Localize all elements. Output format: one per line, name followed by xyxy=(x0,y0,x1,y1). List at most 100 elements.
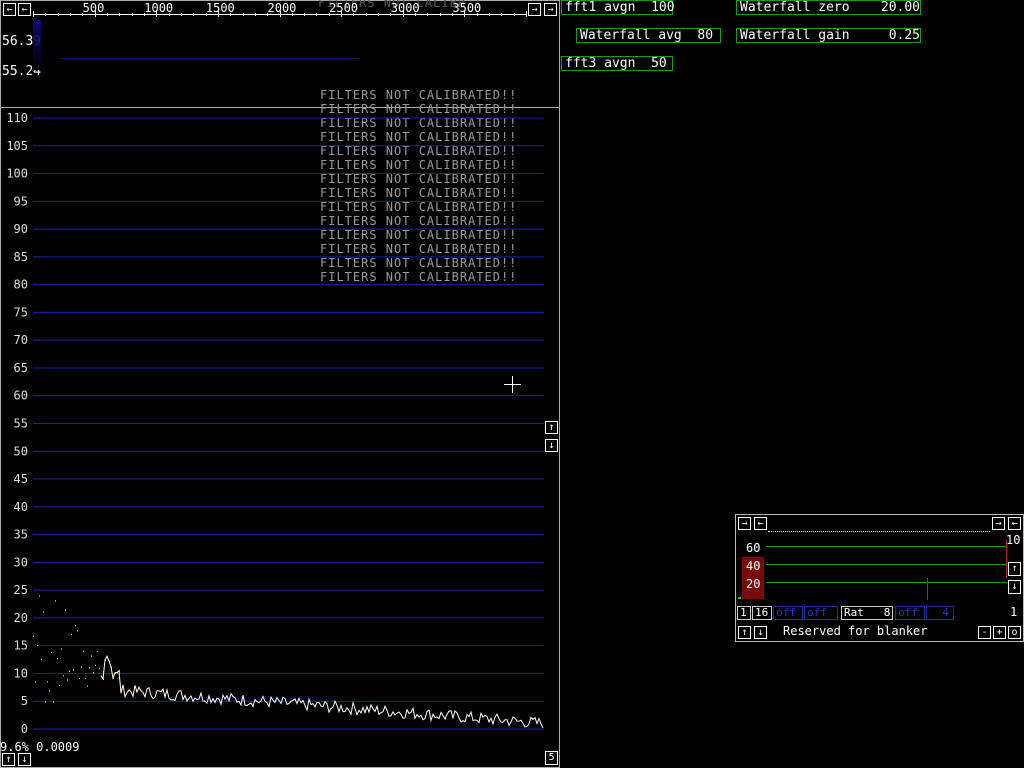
waterfall-avg-param[interactable]: Waterfall avg 80 xyxy=(576,28,721,43)
ruler-tick xyxy=(156,11,158,17)
y-tick-label-10: 10 xyxy=(14,666,28,680)
y-tick-label-70: 70 xyxy=(14,333,28,347)
ruler-tick xyxy=(365,13,367,16)
mini-left-arrow-button[interactable]: → xyxy=(738,517,751,530)
spectrum-point xyxy=(33,635,34,637)
ruler-tick xyxy=(464,11,466,17)
mini-side-down-button[interactable]: ↓ xyxy=(1008,580,1021,594)
mini-left-arrow-button-2[interactable]: ← xyxy=(754,517,767,530)
ruler-label-500: 500 xyxy=(82,1,105,15)
y-tick-label-15: 15 xyxy=(14,639,28,653)
ruler-tick xyxy=(402,11,404,17)
mini-right-arrow-button-2[interactable]: ← xyxy=(1008,517,1021,530)
ruler-tick xyxy=(513,13,515,16)
level-line-20 xyxy=(766,582,1007,583)
ruler-tick xyxy=(476,13,478,16)
ruler-right-arrow-button-2[interactable]: → xyxy=(544,3,557,16)
cell-16[interactable]: 16 xyxy=(752,606,772,620)
level-right-bar xyxy=(1006,540,1007,578)
ruler-tick xyxy=(57,13,59,16)
spectrum-point xyxy=(79,677,80,679)
ruler-tick xyxy=(279,11,281,17)
y-tick-label-105: 105 xyxy=(6,139,28,153)
blanker-minus-button[interactable]: - xyxy=(978,626,991,639)
spectrum-point xyxy=(97,650,98,652)
mode-value-button[interactable]: 5 xyxy=(545,751,558,765)
spectrum-point xyxy=(77,630,78,632)
spectrum-point xyxy=(49,690,50,692)
spectrum-point xyxy=(47,681,48,683)
spectrum-point xyxy=(53,701,54,703)
waterfall-gain-param[interactable]: Waterfall gain 0.25 xyxy=(736,28,921,43)
mini-side-up-button[interactable]: ↑ xyxy=(1008,562,1021,576)
mini-ruler[interactable] xyxy=(768,531,990,535)
spectrum-point xyxy=(81,666,82,668)
fft3-avgn-param[interactable]: fft3 avgn 50 xyxy=(561,56,673,71)
spectrum-bottom-down-button[interactable]: ↓ xyxy=(18,753,31,766)
cell-1[interactable]: 1 xyxy=(737,606,751,620)
mini-right-arrow-button[interactable]: → xyxy=(992,517,1005,530)
y-tick-label-50: 50 xyxy=(14,444,28,458)
y-tick-label-80: 80 xyxy=(14,278,28,292)
ruler-tick xyxy=(45,13,47,16)
spectrum-point xyxy=(41,658,42,660)
y-tick-label-100: 100 xyxy=(6,167,28,181)
y-tick-label-85: 85 xyxy=(14,250,28,264)
blanker-up-button[interactable]: ↑ xyxy=(738,626,751,639)
off-toggle-1[interactable]: off xyxy=(773,606,803,620)
y-tick-label-60: 60 xyxy=(14,389,28,403)
ruler-left-arrow-button[interactable]: ← xyxy=(3,3,16,16)
ruler-tick xyxy=(526,11,527,17)
ruler-tick xyxy=(205,13,207,16)
blanker-o-button[interactable]: o xyxy=(1008,626,1021,639)
y-tick-label-95: 95 xyxy=(14,194,28,208)
rat-field[interactable]: Rat 8 xyxy=(841,606,893,620)
spectrum-point xyxy=(69,670,70,672)
y-tick-label-20: 20 xyxy=(14,611,28,625)
spectrum-point xyxy=(93,672,94,674)
off-toggle-3[interactable]: off xyxy=(895,606,925,620)
spectrum-point xyxy=(35,681,36,683)
spectrum-point xyxy=(99,668,100,670)
fft1-avgn-param[interactable]: fft1 avgn 100 xyxy=(561,0,675,15)
spectrum-point xyxy=(87,685,88,687)
ruler-tick xyxy=(242,13,244,16)
y-tick-label-110: 110 xyxy=(6,111,28,125)
level-label-20: 20 xyxy=(746,577,761,591)
spectrum-point xyxy=(71,634,72,636)
blanker-down-button[interactable]: ↓ xyxy=(754,626,767,639)
spectrum-point xyxy=(85,678,86,680)
spectrum-trace xyxy=(100,655,544,729)
ruler-right-arrow-button[interactable]: → xyxy=(528,3,541,16)
spectrum-scroll-down-button[interactable]: ↓ xyxy=(545,439,558,452)
spectrum-point xyxy=(45,701,46,703)
ruler-tick xyxy=(143,13,145,16)
ruler-tick xyxy=(69,13,71,16)
spectrum-point xyxy=(43,611,44,613)
waterfall-zero-param[interactable]: Waterfall zero 20.00 xyxy=(736,0,921,15)
ruler-tick xyxy=(353,13,355,16)
level-label-40: 40 xyxy=(746,559,761,573)
ruler-tick xyxy=(304,13,306,16)
calibration-warning: FILTERS NOT CALIBRATED!! xyxy=(320,88,518,102)
ruler-tick xyxy=(452,13,454,16)
off-toggle-2[interactable]: off xyxy=(804,606,838,620)
spectrum-point xyxy=(73,669,74,671)
waterfall-line xyxy=(60,58,360,59)
spectrum-bottom-up-button[interactable]: ↑ xyxy=(2,753,15,766)
ruler-left-arrow-button-2[interactable]: ← xyxy=(18,3,31,16)
spectrum-point xyxy=(83,650,84,652)
mini-scale-top-right: 10 xyxy=(1006,533,1021,547)
dash-field[interactable]: 4 xyxy=(926,606,954,620)
spectrum-point xyxy=(91,655,92,657)
ruler-tick xyxy=(328,13,330,16)
ruler-tick xyxy=(131,13,133,16)
ruler-tick xyxy=(33,11,34,17)
blanker-plus-button[interactable]: + xyxy=(993,626,1006,639)
ruler-tick xyxy=(106,13,108,16)
spectrum-plot[interactable]: 1101051009590858075706560555045403530252… xyxy=(0,107,560,768)
spectrum-point xyxy=(55,600,56,602)
spectrum-scroll-up-button[interactable]: ↑ xyxy=(545,421,558,434)
ruler-tick xyxy=(291,13,293,16)
spectrum-point xyxy=(39,595,40,597)
